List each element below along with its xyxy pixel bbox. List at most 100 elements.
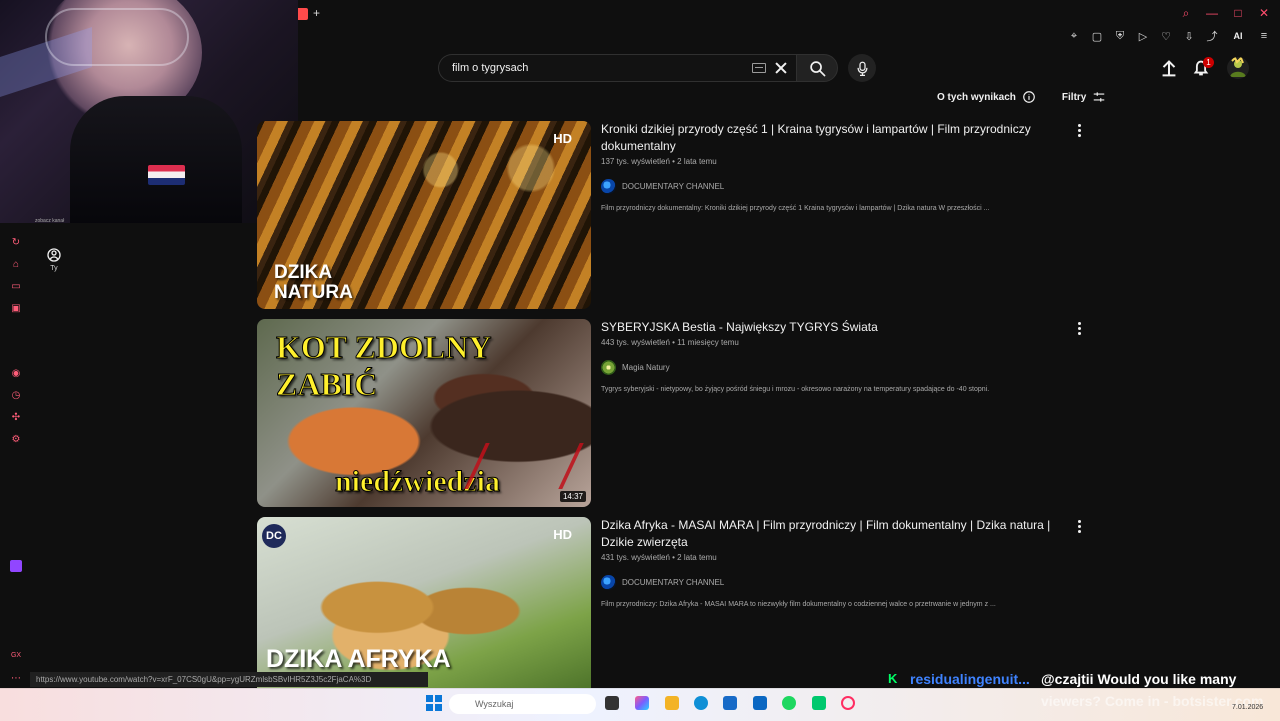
filters-icon [1094, 92, 1105, 102]
chat-ghost-message: viewers? Come in - botsister.com [1041, 693, 1264, 709]
channel-row[interactable]: DOCUMENTARY CHANNEL [601, 575, 1051, 590]
dc-logo: DC [262, 524, 286, 548]
chat-badge-icon: K [888, 671, 898, 686]
spotify-icon[interactable] [782, 696, 796, 710]
view-count-and-age: 443 tys. wyświetleń • 11 miesięcy temu [601, 338, 739, 347]
browser-extension-toolbar: ⌖ ▢ ⛨ ▷ ♡ ⇩ ⤴ AI ≡ [1068, 30, 1270, 44]
channel-name[interactable]: DOCUMENTARY CHANNEL [622, 578, 724, 587]
you-nav-label: Ty [50, 265, 58, 272]
video-description: Film przyrodniczy dokumentalny: Kroniki … [601, 205, 990, 212]
filters-button[interactable]: Filtry [1062, 90, 1106, 104]
about-results-label: O tych wynikach [937, 91, 1016, 103]
microphone-icon [857, 61, 867, 76]
opera-gx-icon[interactable] [841, 696, 855, 710]
android-icon[interactable] [812, 696, 826, 710]
about-results-button[interactable]: O tych wynikach [937, 90, 1036, 104]
chat-message: @czajtii Would you like many [1041, 671, 1237, 687]
heart-icon[interactable]: ♡ [1160, 30, 1172, 43]
video-title[interactable]: Dzika Afryka - MASAI MARA | Film przyrod… [601, 517, 1051, 551]
claw-marks [464, 443, 584, 489]
thumbnail-title: DZIKA NATURA [274, 262, 353, 303]
profile-avatar[interactable] [1227, 57, 1249, 79]
video-thumbnail[interactable]: HD DZIKA NATURA [257, 121, 591, 309]
taskbar-clock: 7.01.2026 [1232, 704, 1264, 711]
bookmark-icon[interactable]: ▢ [1091, 30, 1103, 43]
thumbnail-title: KOT ZDOLNY ZABIĆ [276, 329, 491, 403]
window-controls: ⌕ — □ ✕ [1180, 6, 1270, 20]
video-metadata: Dzika Afryka - MASAI MARA | Film przyrod… [601, 517, 1051, 608]
channel-avatar[interactable] [601, 575, 616, 590]
search-box [438, 54, 796, 82]
settings-icon[interactable]: ⚙ [10, 434, 22, 446]
streamer-glasses [45, 8, 189, 66]
play-icon[interactable]: ▷ [1137, 30, 1149, 43]
keyboard-icon[interactable] [752, 63, 766, 73]
video-title[interactable]: SYBERYJSKA Bestia - Największy TYGRYS Św… [601, 319, 1051, 336]
more-icon[interactable]: ⋯ [10, 673, 22, 685]
file-explorer-icon[interactable] [665, 696, 679, 710]
minimize-icon[interactable]: — [1206, 6, 1218, 20]
shield-icon[interactable]: ⛨ [1114, 30, 1126, 42]
view-count-and-age: 431 tys. wyświetleń • 2 lata temu [601, 553, 717, 562]
voice-search-button[interactable] [848, 54, 876, 82]
edge-icon[interactable] [694, 696, 708, 710]
windows-start-button[interactable] [426, 695, 442, 711]
channel-name[interactable]: DOCUMENTARY CHANNEL [622, 182, 724, 191]
search-input[interactable] [450, 61, 752, 75]
search-icon [809, 60, 825, 76]
copilot-icon[interactable] [635, 696, 649, 710]
search-icon[interactable]: ⌕ [1180, 6, 1192, 20]
video-description: Film przyrodniczy: Dzika Afryka - MASAI … [601, 601, 996, 608]
channel-avatar[interactable] [601, 179, 616, 194]
menu-icon[interactable]: ≡ [1258, 30, 1270, 42]
video-title[interactable]: Kroniki dzikiej przyrody część 1 | Krain… [601, 121, 1051, 155]
search-result-2[interactable]: KOT ZDOLNY ZABIĆ niedźwiedzia 14:37 SYBE… [257, 319, 1087, 507]
extensions-icon[interactable]: ✣ [10, 412, 22, 424]
streamer-webcam-overlay [0, 0, 298, 223]
avatar-icon [1230, 57, 1246, 77]
search-result-1[interactable]: HD DZIKA NATURA Kroniki dzikiej przyrody… [257, 121, 1087, 309]
video-metadata: Kroniki dzikiej przyrody część 1 | Krain… [601, 121, 1051, 212]
thumbnail-title: DZIKA AFRYKA [266, 645, 451, 673]
clear-search-icon[interactable] [774, 61, 788, 75]
upload-icon[interactable] [1158, 57, 1180, 79]
more-options-icon[interactable] [1075, 519, 1083, 533]
youtube-search-bar [438, 54, 838, 82]
download-icon[interactable]: ⇩ [1183, 30, 1195, 43]
calendar-icon[interactable]: ▣ [10, 303, 22, 315]
video-thumbnail[interactable]: KOT ZDOLNY ZABIĆ niedźwiedzia 14:37 [257, 319, 591, 507]
channel-row[interactable]: Magia Natury [601, 360, 1051, 375]
close-icon[interactable]: ✕ [1258, 6, 1270, 20]
shirt-logo [148, 165, 185, 185]
taskbar-search-box[interactable]: Wyszukaj [449, 694, 596, 714]
account-icon [47, 248, 61, 262]
ai-button[interactable]: AI [1229, 30, 1247, 42]
channel-avatar[interactable] [601, 360, 616, 375]
more-options-icon[interactable] [1075, 321, 1083, 335]
shopping-icon[interactable]: ⌂ [10, 259, 22, 271]
history-icon[interactable]: ◷ [10, 390, 22, 402]
you-nav-item[interactable]: Ty [38, 247, 70, 281]
share-icon[interactable]: ⤴ [1206, 30, 1218, 43]
channel-name[interactable]: Magia Natury [622, 363, 670, 372]
more-options-icon[interactable] [1075, 123, 1083, 137]
task-view-icon[interactable] [605, 696, 619, 710]
store-icon[interactable] [723, 696, 737, 710]
maximize-icon[interactable]: □ [1232, 6, 1244, 20]
message-icon[interactable]: ▭ [10, 281, 22, 293]
twitch-icon[interactable] [10, 560, 22, 572]
gx-icon[interactable]: GX [10, 650, 22, 662]
video-description: Tygrys syberyjski - nietypowy, bo żyjący… [601, 386, 990, 393]
refresh-icon[interactable]: ↻ [10, 237, 22, 249]
play-circle-icon[interactable]: ◉ [10, 368, 22, 380]
view-count-and-age: 137 tys. wyświetleń • 2 lata temu [601, 157, 717, 166]
outlook-icon[interactable] [753, 696, 767, 710]
search-button[interactable] [796, 54, 838, 82]
pin-icon[interactable]: ⌖ [1068, 30, 1080, 42]
new-tab-button[interactable]: + [313, 6, 320, 20]
left-profile-label: zobacz kanał [35, 218, 65, 224]
info-icon [1023, 91, 1035, 103]
video-duration: 14:37 [559, 491, 586, 502]
chat-username: residualingenuit... [910, 671, 1030, 687]
channel-row[interactable]: DOCUMENTARY CHANNEL [601, 179, 1051, 194]
